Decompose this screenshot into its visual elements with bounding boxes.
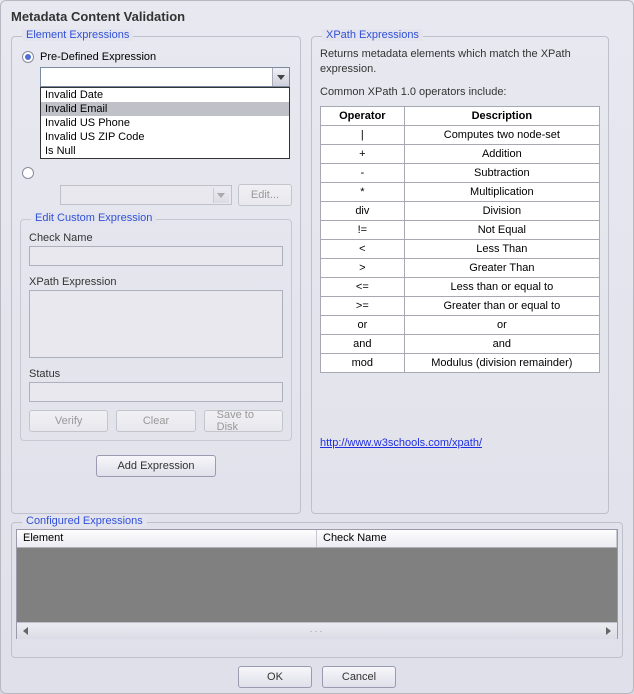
scroll-left-icon[interactable] xyxy=(17,623,34,639)
table-row: -Subtraction xyxy=(321,163,600,182)
operator-cell: or xyxy=(321,315,405,334)
description-cell: Multiplication xyxy=(404,182,599,201)
status-label: Status xyxy=(29,368,283,380)
dialog-title: Metadata Content Validation xyxy=(1,1,633,30)
xpath-expressions-group: XPath Expressions Returns metadata eleme… xyxy=(311,36,609,514)
description-cell: Less Than xyxy=(404,239,599,258)
chevron-down-icon[interactable] xyxy=(272,68,289,86)
description-cell: and xyxy=(404,334,599,353)
xpath-expressions-legend: XPath Expressions xyxy=(322,29,423,41)
operator-cell: >= xyxy=(321,296,405,315)
operator-cell: + xyxy=(321,144,405,163)
table-row: <Less Than xyxy=(321,239,600,258)
table-row: divDivision xyxy=(321,201,600,220)
configured-expressions-group: Configured Expressions Element Check Nam… xyxy=(11,522,623,658)
description-cell: Addition xyxy=(404,144,599,163)
table-row: |Computes two node-set xyxy=(321,125,600,144)
configured-body xyxy=(17,548,617,622)
ok-button[interactable]: OK xyxy=(238,666,312,688)
configured-table[interactable]: Element Check Name ··· xyxy=(16,529,618,639)
add-expression-button[interactable]: Add Expression xyxy=(96,455,216,477)
operator-cell: <= xyxy=(321,277,405,296)
horizontal-scrollbar[interactable]: ··· xyxy=(17,622,617,639)
dropdown-item[interactable]: Invalid Date xyxy=(41,88,289,102)
predefined-dropdown[interactable]: Invalid DateInvalid EmailInvalid US Phon… xyxy=(40,87,290,159)
scroll-right-icon[interactable] xyxy=(600,623,617,639)
configured-legend: Configured Expressions xyxy=(22,515,147,527)
table-row: >=Greater than or equal to xyxy=(321,296,600,315)
description-cell: Division xyxy=(404,201,599,220)
xpath-expr-input[interactable] xyxy=(29,290,283,358)
operator-cell: < xyxy=(321,239,405,258)
clear-button: Clear xyxy=(116,410,195,432)
predefined-combo[interactable]: Invalid DateInvalid EmailInvalid US Phon… xyxy=(40,67,290,87)
description-cell: Not Equal xyxy=(404,220,599,239)
status-display xyxy=(29,382,283,402)
predefined-radio-label: Pre-Defined Expression xyxy=(40,51,156,63)
table-row: >Greater Than xyxy=(321,258,600,277)
description-cell: Less than or equal to xyxy=(404,277,599,296)
table-row: <=Less than or equal to xyxy=(321,277,600,296)
custom-combo xyxy=(60,185,232,205)
table-row: *Multiplication xyxy=(321,182,600,201)
dropdown-item[interactable]: Invalid US Phone xyxy=(41,116,289,130)
configured-col-checkname[interactable]: Check Name xyxy=(317,530,617,547)
operator-table: Operator Description |Computes two node-… xyxy=(320,106,600,373)
operator-cell: | xyxy=(321,125,405,144)
description-cell: Greater than or equal to xyxy=(404,296,599,315)
dropdown-item[interactable]: Is Null xyxy=(41,144,289,158)
verify-button: Verify xyxy=(29,410,108,432)
xpath-common: Common XPath 1.0 operators include: xyxy=(320,85,600,100)
predefined-combo-box[interactable] xyxy=(40,67,290,87)
operator-cell: and xyxy=(321,334,405,353)
scroll-grip-icon[interactable]: ··· xyxy=(310,626,325,636)
description-cell: Modulus (division remainder) xyxy=(404,353,599,372)
dropdown-item[interactable]: Invalid US ZIP Code xyxy=(41,130,289,144)
predefined-radio-row[interactable]: Pre-Defined Expression xyxy=(22,51,292,63)
table-row: !=Not Equal xyxy=(321,220,600,239)
operator-cell: - xyxy=(321,163,405,182)
description-cell: Subtraction xyxy=(404,163,599,182)
operator-header: Operator xyxy=(321,106,405,125)
operator-cell: > xyxy=(321,258,405,277)
table-row: modModulus (division remainder) xyxy=(321,353,600,372)
operator-cell: * xyxy=(321,182,405,201)
dropdown-item[interactable]: Invalid Email xyxy=(41,102,289,116)
table-row: +Addition xyxy=(321,144,600,163)
edit-custom-legend: Edit Custom Expression xyxy=(31,212,156,224)
cancel-button[interactable]: Cancel xyxy=(322,666,396,688)
edit-custom-group: Edit Custom Expression Check Name XPath … xyxy=(20,219,292,441)
description-header: Description xyxy=(404,106,599,125)
custom-radio[interactable] xyxy=(22,167,34,179)
table-row: oror xyxy=(321,315,600,334)
element-expressions-group: Element Expressions Pre-Defined Expressi… xyxy=(11,36,301,514)
operator-cell: mod xyxy=(321,353,405,372)
xpath-expr-label: XPath Expression xyxy=(29,276,283,288)
predefined-radio[interactable] xyxy=(22,51,34,63)
edit-button: Edit... xyxy=(238,184,292,206)
description-cell: Computes two node-set xyxy=(404,125,599,144)
operator-cell: div xyxy=(321,201,405,220)
table-row: andand xyxy=(321,334,600,353)
description-cell: or xyxy=(404,315,599,334)
operator-cell: != xyxy=(321,220,405,239)
check-name-label: Check Name xyxy=(29,232,283,244)
configured-col-element[interactable]: Element xyxy=(17,530,317,547)
xpath-intro: Returns metadata elements which match th… xyxy=(320,47,600,77)
description-cell: Greater Than xyxy=(404,258,599,277)
w3schools-link[interactable]: http://www.w3schools.com/xpath/ xyxy=(320,437,482,449)
element-expressions-legend: Element Expressions xyxy=(22,29,133,41)
check-name-input[interactable] xyxy=(29,246,283,266)
custom-radio-row[interactable] xyxy=(22,167,292,179)
save-to-disk-button: Save to Disk xyxy=(204,410,283,432)
